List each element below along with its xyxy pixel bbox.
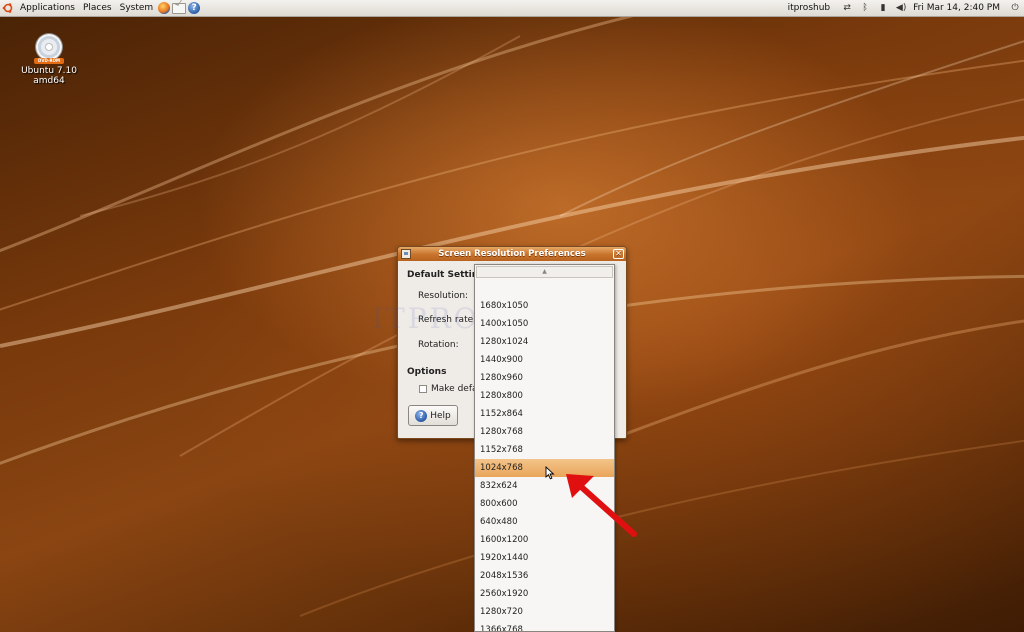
resolution-option[interactable]: 1440x900 xyxy=(475,351,614,369)
network-icon[interactable]: ⇄ xyxy=(841,2,853,14)
resolution-option[interactable]: 1680x1050 xyxy=(475,297,614,315)
resolution-label: Resolution: xyxy=(418,291,469,301)
resolution-option[interactable]: 1366x768 xyxy=(475,621,614,631)
power-icon[interactable]: ⏻ xyxy=(1009,2,1021,14)
make-default-checkbox[interactable] xyxy=(419,385,427,393)
dialog-titlebar[interactable]: Screen Resolution Preferences ✕ xyxy=(398,247,626,261)
menu-applications[interactable]: Applications xyxy=(16,0,79,16)
options-heading: Options xyxy=(407,367,447,377)
scroll-up-icon[interactable]: ▲ xyxy=(476,266,613,278)
resolution-option[interactable]: 1400x1050 xyxy=(475,315,614,333)
ubuntu-logo-icon[interactable] xyxy=(2,2,14,14)
resolution-option[interactable]: 1152x864 xyxy=(475,405,614,423)
main-menu: Applications Places System ? xyxy=(0,0,201,16)
menu-places[interactable]: Places xyxy=(79,0,116,16)
resolution-option[interactable]: 1920x1440 xyxy=(475,549,614,567)
annotation-arrow-icon xyxy=(566,474,637,537)
volume-icon[interactable]: ◀) xyxy=(895,2,907,14)
mail-icon[interactable] xyxy=(172,2,187,14)
firefox-icon[interactable] xyxy=(158,2,171,14)
resolution-option[interactable]: 2560x1920 xyxy=(475,585,614,603)
help-button[interactable]: ? Help xyxy=(408,405,458,426)
menu-system[interactable]: System xyxy=(116,0,158,16)
clock[interactable]: Fri Mar 14, 2:40 PM xyxy=(910,3,1006,13)
help-icon[interactable]: ? xyxy=(188,2,201,14)
resolution-dropdown-list[interactable]: ▲ 1680x1050 1400x1050 1280x1024 1440x900 128… xyxy=(474,264,615,632)
resolution-option[interactable]: 1152x768 xyxy=(475,441,614,459)
dvd-badge: DVD-ROM xyxy=(34,58,64,64)
notification-tray: itproshub ⇄ ᛒ ▮ ◀) Fri Mar 14, 2:40 PM ⏻ xyxy=(784,0,1024,16)
user-name[interactable]: itproshub xyxy=(784,3,839,13)
resolution-option[interactable]: 1280x960 xyxy=(475,369,614,387)
resolution-option[interactable]: 1280x1024 xyxy=(475,333,614,351)
bluetooth-icon[interactable]: ᛒ xyxy=(859,2,871,14)
dvd-icon: DVD-ROM xyxy=(34,34,64,64)
refresh-rate-label: Refresh rate: xyxy=(418,315,477,325)
rotation-label: Rotation: xyxy=(418,340,459,350)
desktop-icon-label: Ubuntu 7.10 amd64 xyxy=(21,66,77,86)
dialog-title: Screen Resolution Preferences xyxy=(438,249,586,259)
resolution-option[interactable]: 1280x768 xyxy=(475,423,614,441)
default-settings-heading: Default Setting xyxy=(407,270,485,280)
top-panel: Applications Places System ? itproshub ⇄… xyxy=(0,0,1024,17)
desktop-icon-dvd[interactable]: DVD-ROM Ubuntu 7.10 amd64 xyxy=(6,34,92,86)
battery-icon[interactable]: ▮ xyxy=(877,2,889,14)
mouse-pointer-icon xyxy=(545,466,555,480)
close-icon[interactable]: ✕ xyxy=(613,249,624,259)
resolution-option[interactable]: 1280x800 xyxy=(475,387,614,405)
resolution-option[interactable]: 2048x1536 xyxy=(475,567,614,585)
display-app-icon xyxy=(401,249,411,259)
help-button-label: Help xyxy=(430,410,451,421)
help-icon: ? xyxy=(415,409,428,422)
resolution-option[interactable]: 1280x720 xyxy=(475,603,614,621)
